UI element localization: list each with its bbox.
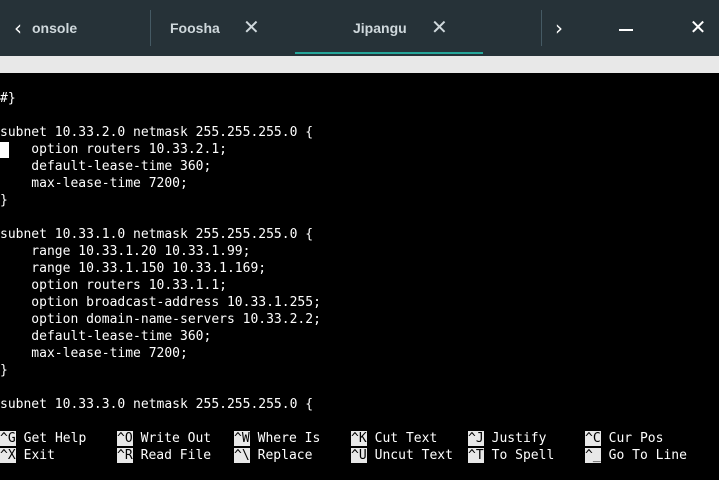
editor-line: } (0, 363, 8, 378)
shortcut-key: ^O (117, 431, 133, 446)
shortcut-key: ^K (351, 431, 367, 446)
minimize-icon (619, 29, 633, 31)
editor-line: option domain-name-servers 10.33.2.2; (0, 312, 321, 327)
tab-console[interactable]: onsole (30, 0, 150, 56)
shortcut-key: ^X (0, 448, 16, 463)
tab-foosha-label: Foosha (170, 20, 220, 36)
shortcut-justify[interactable]: ^J Justify (468, 430, 546, 447)
shortcut-key: ^U (351, 448, 367, 463)
shortcut-get-help[interactable]: ^G Get Help (0, 430, 86, 447)
shortcut-label: Exit (23, 448, 55, 463)
shortcut-key: ^R (117, 448, 133, 463)
editor-line-text: option routers 10.33.2.1; (0, 142, 227, 157)
close-window-button[interactable]: ✕ (684, 12, 712, 42)
editor-line: default-lease-time 360; (0, 329, 212, 344)
shortcut-key: ^G (0, 431, 16, 446)
shortcut-label: Replace (257, 448, 313, 463)
shortcut-key: ^T (468, 448, 484, 463)
shortcut-label: Read File (140, 448, 212, 463)
shortcut-label: Get Help (23, 431, 87, 446)
shortcut-uncut-text[interactable]: ^U Uncut Text (351, 447, 453, 464)
editor-line: option routers 10.33.2.1; (0, 141, 719, 158)
shortcut-exit[interactable]: ^X Exit (0, 447, 55, 464)
shortcut-cut-text[interactable]: ^K Cut Text (351, 430, 437, 447)
shortcut-replace[interactable]: ^\ Replace (234, 447, 312, 464)
editor-line: default-lease-time 360; (0, 159, 212, 174)
tab-jipangu-label: Jipangu (353, 20, 407, 36)
shortcut-label: Write Out (140, 431, 212, 446)
editor-line: max-lease-time 7200; (0, 176, 188, 191)
shortcut-key: ^C (585, 431, 601, 446)
shortcut-label: Cur Pos (608, 431, 664, 446)
editor-text-area[interactable]: #} subnet 10.33.2.0 netmask 255.255.255.… (0, 90, 719, 413)
editor-line: subnet 10.33.1.0 netmask 255.255.255.0 { (0, 227, 314, 242)
shortcut-cur-pos[interactable]: ^C Cur Pos (585, 430, 663, 447)
shortcut-key: ^\ (234, 448, 250, 463)
active-tab-indicator (295, 52, 483, 54)
shortcut-key: ^W (234, 431, 250, 446)
editor-line: max-lease-time 7200; (0, 346, 188, 361)
text-cursor (0, 142, 9, 158)
tab-foosha-close-icon[interactable]: ✕ (243, 18, 260, 38)
shortcut-to-spell[interactable]: ^T To Spell (468, 447, 554, 464)
shortcut-bar: ^G Get Help ^O Write Out ^W Where Is ^K Cut … (0, 430, 719, 464)
tab-divider (541, 10, 542, 46)
tab-jipangu[interactable]: Jipangu ✕ (295, 0, 483, 56)
nano-version: GNU nano 2.5.3 (18, 74, 128, 89)
scroll-tabs-left-button[interactable]: ‹ (6, 14, 30, 42)
tab-console-label: onsole (32, 20, 78, 36)
shortcut-key: ^J (468, 431, 484, 446)
nano-title-bar: GNU nano 2.5.3 File: /etc/dhcp/dhcpd.con… (0, 56, 719, 106)
shortcut-write-out[interactable]: ^O Write Out (117, 430, 211, 447)
editor-line: range 10.33.1.150 10.33.1.169; (0, 261, 267, 276)
tab-bar: ‹ onsole Foosha ✕ Jipangu ✕ › ✕ (0, 0, 719, 56)
tab-foosha[interactable]: Foosha ✕ (150, 0, 295, 56)
editor-line: subnet 10.33.3.0 netmask 255.255.255.0 { (0, 397, 314, 412)
editor-line: option broadcast-address 10.33.1.255; (0, 295, 321, 310)
shortcut-label: Justify (491, 431, 547, 446)
shortcut-where-is[interactable]: ^W Where Is (234, 430, 320, 447)
editor-line: #} (0, 91, 16, 106)
tab-jipangu-close-icon[interactable]: ✕ (431, 18, 448, 38)
shortcut-read-file[interactable]: ^R Read File (117, 447, 211, 464)
shortcut-label: Where Is (257, 431, 321, 446)
editor-line: subnet 10.33.2.0 netmask 255.255.255.0 { (0, 125, 314, 140)
shortcut-go-to-line[interactable]: ^_ Go To Line (585, 447, 687, 464)
shortcut-label: Uncut Text (374, 448, 453, 463)
scroll-tabs-right-button[interactable]: › (547, 14, 571, 42)
shortcut-label: To Spell (491, 448, 555, 463)
editor-line: option routers 10.33.1.1; (0, 278, 227, 293)
shortcut-label: Cut Text (374, 431, 438, 446)
minimize-window-button[interactable] (612, 12, 640, 42)
editor-line: } (0, 193, 8, 208)
shortcut-key: ^_ (585, 448, 601, 463)
shortcut-label: Go To Line (608, 448, 687, 463)
editor-line: range 10.33.1.20 10.33.1.99; (0, 244, 251, 259)
